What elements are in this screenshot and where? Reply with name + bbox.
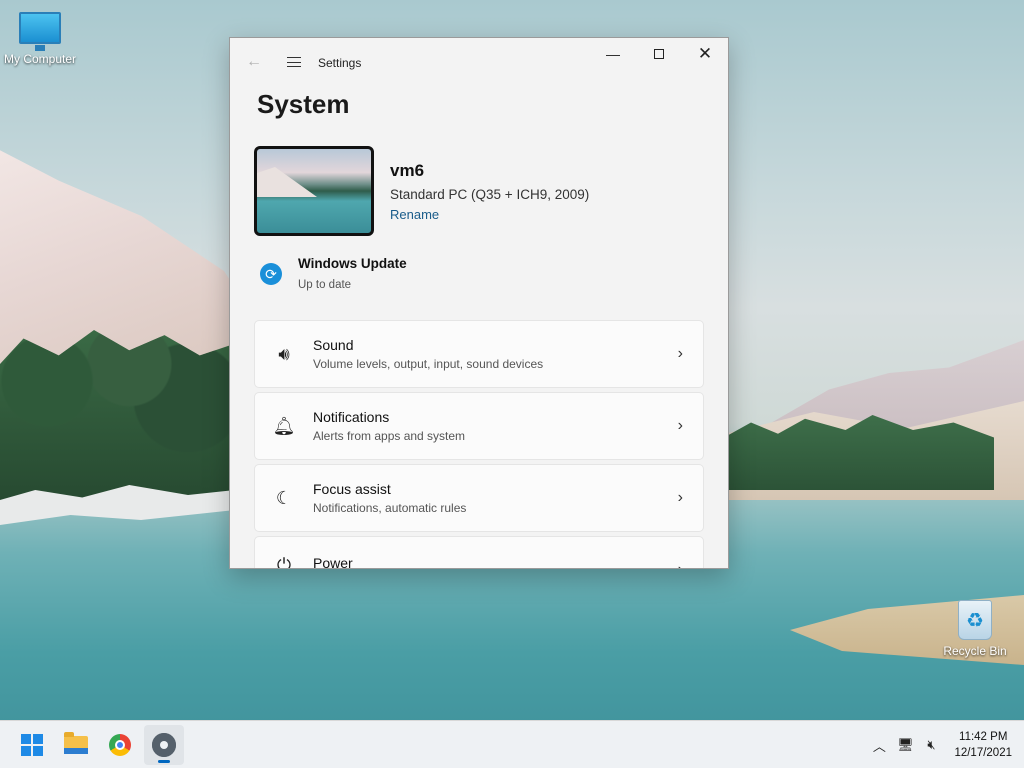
gear-icon [152, 732, 176, 757]
speaker-icon: 🔊︎ [278, 343, 290, 364]
device-model: Standard PC (Q35 + ICH9, 2009) [390, 186, 590, 202]
settings-taskbar-button[interactable] [144, 724, 184, 765]
desktop-icon-my-computer[interactable]: My Computer [0, 12, 80, 66]
setting-title: Power [313, 555, 353, 569]
arrow-left-icon: ← [246, 53, 262, 70]
rename-link[interactable]: Rename [390, 207, 589, 222]
chrome-icon [109, 733, 131, 756]
clock[interactable]: 11:42 PM 12/17/2021 [954, 729, 1012, 761]
title-bar[interactable]: ← Settings — ✕ [230, 38, 728, 86]
windows-update-title: Windows Update [298, 256, 407, 271]
app-title: Settings [318, 56, 362, 70]
minimize-icon: — [606, 46, 620, 62]
setting-item-sound[interactable]: 🔊︎ Sound Volume levels, output, input, s… [254, 320, 704, 388]
file-explorer-button[interactable] [56, 725, 96, 765]
setting-item-notifications[interactable]: 🔔︎ Notifications Alerts from apps and sy… [254, 392, 704, 460]
chevron-right-icon: › [677, 489, 683, 506]
chevron-right-icon: › [677, 345, 683, 362]
folder-icon [64, 731, 88, 754]
setting-item-focus-assist[interactable]: ☾ Focus assist Notifications, automatic … [254, 464, 704, 532]
maximize-button[interactable] [636, 38, 682, 70]
clock-date: 12/17/2021 [954, 747, 1012, 759]
desktop-thumbnail [254, 146, 374, 236]
caption-buttons: — ✕ [590, 38, 728, 70]
volume-muted-icon[interactable]: 🔇︎ [918, 732, 944, 758]
windows-logo-icon [21, 733, 43, 756]
chrome-button[interactable] [100, 725, 140, 765]
computer-icon [19, 12, 61, 51]
power-icon: ⏻ [276, 555, 292, 569]
setting-title: Focus assist [313, 481, 391, 497]
settings-list: 🔊︎ Sound Volume levels, output, input, s… [254, 320, 704, 569]
recycle-bin-icon: ♻ [958, 600, 992, 640]
back-button[interactable]: ← [234, 42, 274, 82]
taskbar: ︿ 🖥︎ 🔇︎ 11:42 PM 12/17/2021 [0, 720, 1024, 768]
network-icon[interactable]: 🖥︎ [892, 732, 918, 758]
device-name: vm6 [390, 160, 425, 180]
close-icon: ✕ [697, 44, 713, 63]
hamburger-icon [287, 57, 301, 67]
chevron-right-icon: › [678, 561, 683, 568]
sync-icon: ⟳ [260, 263, 282, 285]
chevron-right-icon: › [677, 417, 683, 434]
setting-title: Sound [313, 337, 354, 353]
setting-desc: Volume levels, output, input, sound devi… [313, 357, 544, 371]
device-info: vm6 Standard PC (Q35 + ICH9, 2009) Renam… [390, 161, 589, 222]
windows-update-status[interactable]: ⟳ Windows Update Up to date [260, 256, 728, 296]
show-hidden-icons-button[interactable]: ︿ [866, 732, 892, 758]
page-title: System [257, 89, 350, 119]
setting-title: Notifications [313, 409, 390, 425]
setting-desc: Alerts from apps and system [313, 429, 466, 443]
chevron-up-icon: ︿ [872, 738, 886, 754]
settings-window: ← Settings — ✕ System vm6 Standard PC (Q… [229, 37, 729, 569]
windows-update-status-text: Up to date [298, 279, 352, 291]
bell-icon: 🔔︎ [272, 415, 296, 436]
setting-desc: Notifications, automatic rules [313, 501, 467, 515]
system-tray: ︿ 🖥︎ 🔇︎ 11:42 PM 12/17/2021 [866, 721, 1024, 768]
windows-update-text: Windows Update Up to date [298, 256, 407, 291]
minimize-button[interactable]: — [590, 38, 636, 70]
desktop-icon-recycle-bin[interactable]: ♻ Recycle Bin [935, 600, 1015, 658]
device-card: vm6 Standard PC (Q35 + ICH9, 2009) Renam… [254, 146, 728, 236]
desktop-icon-label: My Computer [3, 52, 77, 66]
nav-menu-button[interactable] [274, 42, 314, 82]
moon-icon: ☾ [275, 487, 293, 508]
close-button[interactable]: ✕ [682, 38, 728, 70]
clock-time: 11:42 PM [959, 731, 1008, 743]
maximize-icon [654, 49, 664, 59]
setting-item-power[interactable]: ⏻ Power › [254, 536, 704, 569]
start-button[interactable] [12, 725, 52, 765]
desktop-icon-label: Recycle Bin [943, 644, 1007, 658]
wallpaper-trees-left [0, 330, 235, 500]
